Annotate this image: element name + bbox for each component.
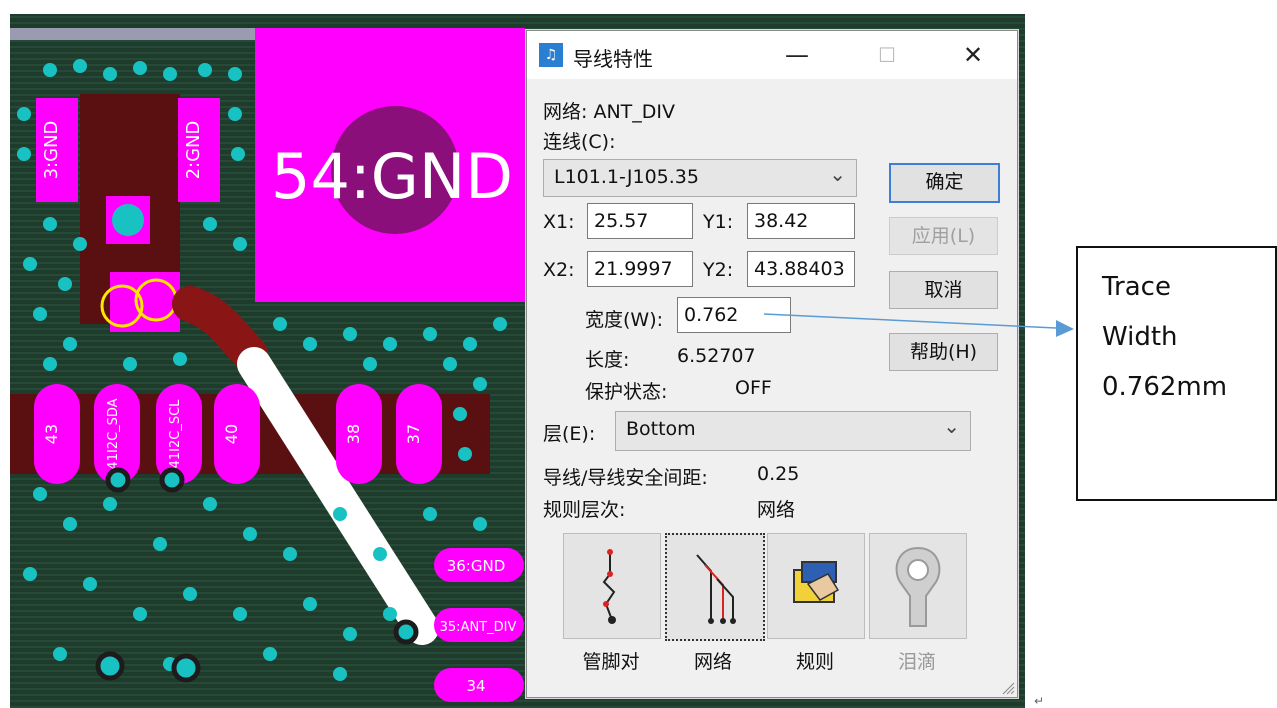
paragraph-mark-icon: ↵ [1034, 694, 1045, 708]
protect-label: 保护状态: [585, 381, 668, 403]
trace-width-callout: Trace Width 0.762mm [1076, 246, 1277, 501]
pin-label: 43 [42, 424, 61, 444]
length-label: 长度: [585, 349, 630, 371]
pin-label: 41I2C_SCL [168, 399, 183, 469]
callout-line: Width [1102, 322, 1178, 352]
layer-label: 层(E): [543, 423, 596, 445]
minimize-button[interactable]: — [767, 31, 827, 79]
app-icon: ♫ [539, 43, 563, 67]
edge-pad-label: 36:GND [447, 557, 506, 575]
pin-label: 38 [344, 424, 363, 444]
y2-value: 43.88403 [754, 258, 845, 280]
teardrop-label: 泪滴 [897, 651, 936, 673]
board-edge [10, 28, 255, 40]
edge-pad-label: 34 [466, 677, 485, 695]
dialog-titlebar[interactable]: ♫ 导线特性 — ☐ ✕ [527, 31, 1017, 79]
connection-select[interactable]: L101.1-J105.35 ⌄ [543, 159, 857, 197]
pin-label: 37 [404, 424, 423, 444]
resize-grip-icon[interactable] [999, 679, 1015, 695]
via [112, 204, 144, 236]
x2-label: X2: [543, 259, 575, 281]
teardrop-icon [895, 546, 941, 627]
rules-button[interactable] [767, 533, 865, 639]
net-label: 网络: ANT_DIV [543, 101, 675, 123]
y1-value: 38.42 [754, 210, 809, 232]
pad-label: 3:GND [41, 121, 62, 180]
maximize-button: ☐ [878, 43, 896, 67]
gnd-pad-label: 54:GND [271, 140, 513, 213]
pin-pair-icon [602, 549, 616, 624]
clearance-label: 导线/导线安全间距: [543, 467, 708, 489]
y2-label: Y2: [703, 259, 734, 281]
net-label-button: 网络 [693, 651, 732, 673]
annotation-arrow [763, 313, 1074, 337]
pin-label: 41I2C_SDA [106, 398, 121, 469]
width-label: 宽度(W): [585, 309, 664, 331]
pad [110, 272, 180, 332]
rules-label: 规则 [795, 651, 834, 673]
y1-field[interactable]: 38.42 [747, 203, 855, 239]
x1-label: X1: [543, 211, 575, 233]
chevron-down-icon: ⌄ [829, 162, 846, 186]
apply-button[interactable]: 应用(L) [889, 217, 998, 255]
net-button[interactable] [665, 533, 765, 641]
pin-pair-button[interactable] [563, 533, 661, 639]
pin-label: 40 [222, 424, 241, 444]
layer-value: Bottom [626, 418, 696, 440]
layer-select[interactable]: Bottom ⌄ [615, 411, 971, 451]
callout-line: 0.762mm [1102, 372, 1228, 402]
teardrop-button [869, 533, 967, 639]
width-value: 0.762 [684, 304, 739, 326]
edge-pad-label: 35:ANT_DIV [440, 620, 517, 635]
x1-field[interactable]: 25.57 [587, 203, 693, 239]
rules-icon [793, 561, 840, 603]
rule-level-label: 规则层次: [543, 499, 626, 521]
protect-value: OFF [735, 377, 772, 399]
net-icon [696, 554, 736, 624]
connection-value: L101.1-J105.35 [554, 166, 699, 188]
connection-label: 连线(C): [543, 131, 616, 153]
x1-value: 25.57 [594, 210, 649, 232]
y2-field[interactable]: 43.88403 [747, 251, 855, 287]
clearance-value: 0.25 [757, 463, 800, 485]
y1-label: Y1: [703, 211, 734, 233]
pin-pair-label: 管脚对 [582, 651, 640, 673]
pad-label: 2:GND [183, 121, 204, 180]
cancel-button[interactable]: 取消 [889, 271, 998, 309]
close-button[interactable]: ✕ [943, 31, 1003, 79]
x2-value: 21.9997 [594, 258, 673, 280]
length-value: 6.52707 [677, 345, 756, 367]
callout-line: Trace [1102, 272, 1171, 302]
trace-properties-dialog: ♫ 导线特性 — ☐ ✕ 网络: ANT_DIV 连线(C): L101.1-J… [526, 30, 1018, 698]
rule-level-value: 网络 [757, 499, 796, 521]
dialog-title: 导线特性 [573, 47, 653, 71]
ok-button[interactable]: 确定 [889, 163, 1000, 203]
x2-field[interactable]: 21.9997 [587, 251, 693, 287]
chevron-down-icon: ⌄ [943, 414, 960, 438]
